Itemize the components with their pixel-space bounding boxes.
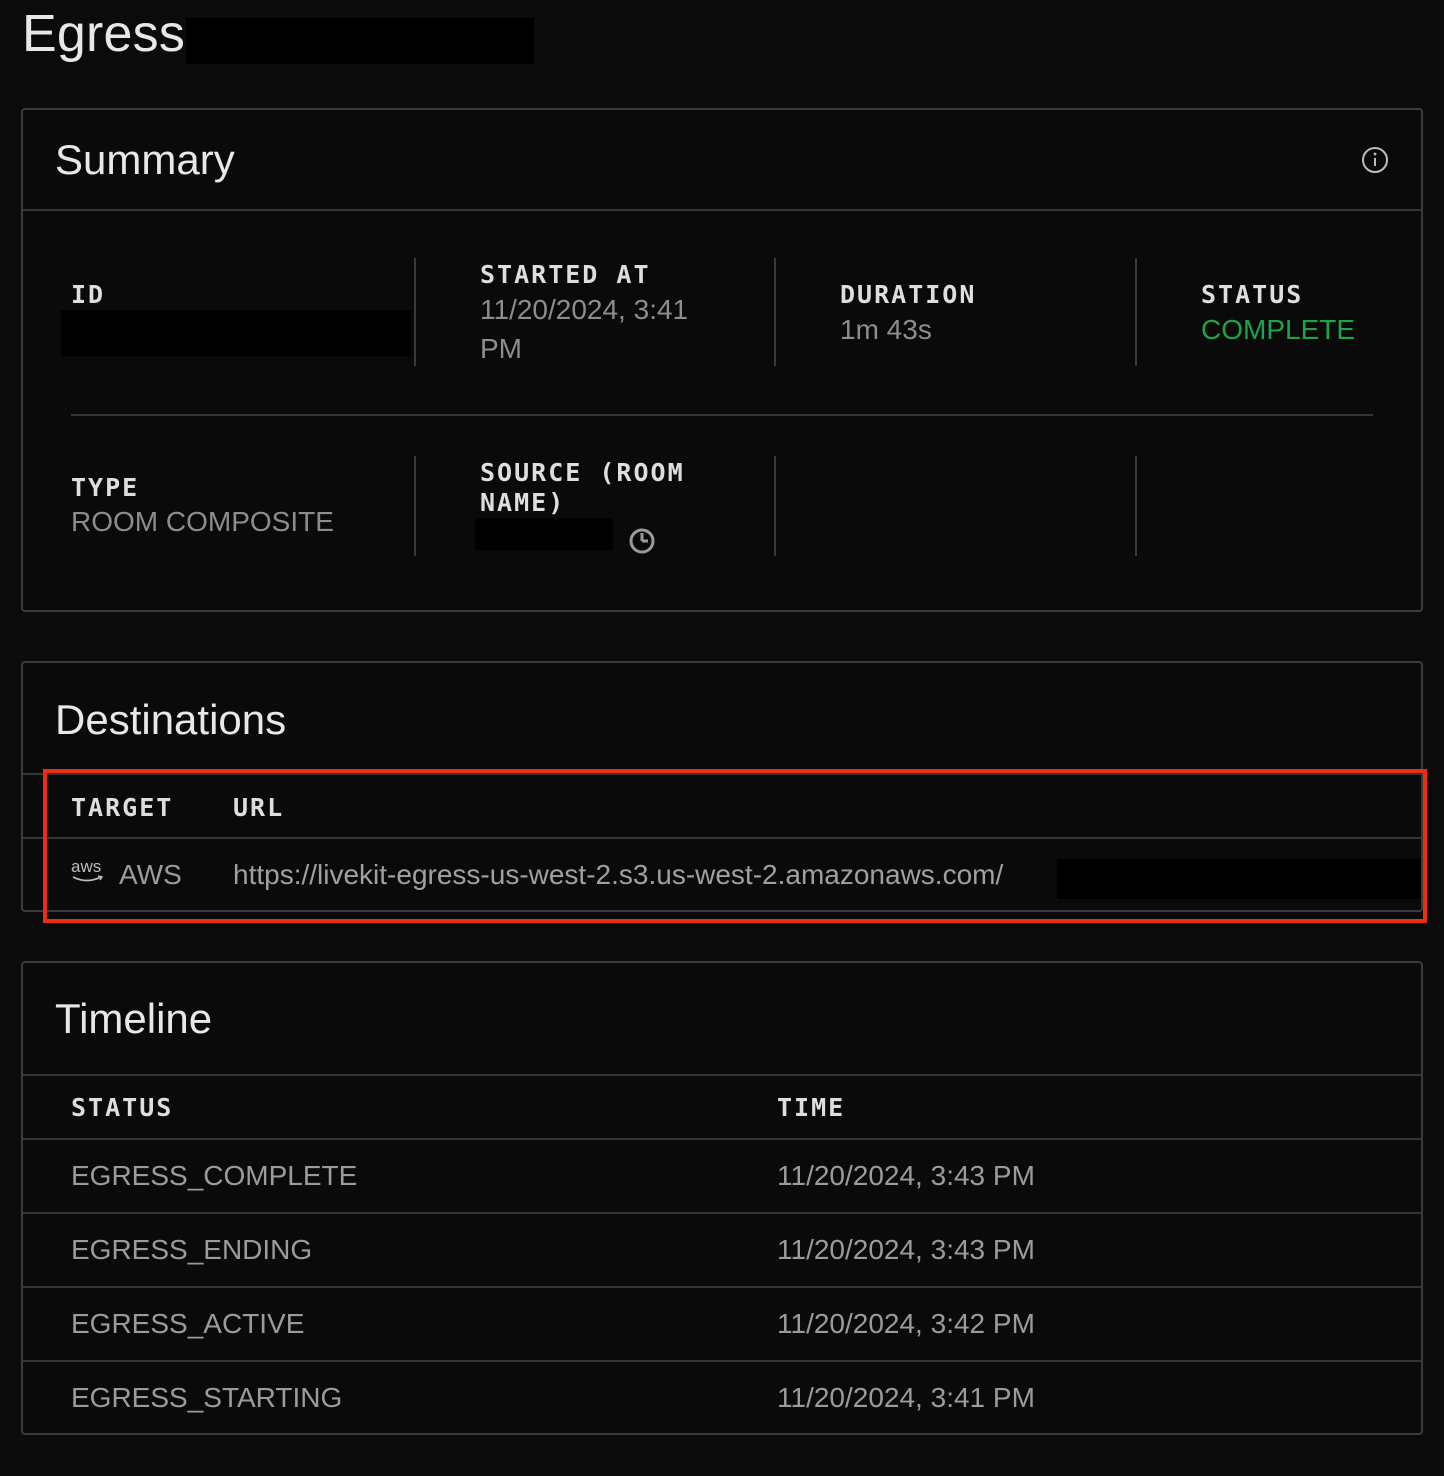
column-divider — [1135, 258, 1137, 366]
info-icon[interactable] — [1361, 146, 1389, 174]
table-row: EGRESS_ENDING 11/20/2024, 3:43 PM — [23, 1214, 1421, 1286]
aws-logo-icon: aws — [71, 858, 105, 885]
duration-label: DURATION — [840, 280, 977, 309]
status-label: STATUS — [1201, 280, 1304, 309]
timeline-divider — [23, 1074, 1421, 1076]
clock-icon[interactable] — [627, 526, 657, 556]
destinations-card: Destinations TARGET URL aws AWS https://… — [21, 661, 1423, 912]
column-divider — [414, 456, 416, 556]
column-divider — [774, 258, 776, 366]
destinations-divider — [23, 773, 1421, 775]
column-divider — [414, 258, 416, 366]
time-cell: 11/20/2024, 3:41 PM — [777, 1382, 1035, 1413]
status-cell: EGRESS_STARTING — [71, 1382, 343, 1413]
table-row: EGRESS_COMPLETE 11/20/2024, 3:43 PM — [23, 1140, 1421, 1212]
redacted-id — [61, 310, 411, 356]
type-label: TYPE — [71, 473, 140, 502]
summary-card: Summary ID STARTED AT 11/20/2024, 3:41 P… — [21, 108, 1423, 612]
column-header-status: STATUS — [71, 1093, 174, 1122]
timeline-card: Timeline STATUS TIME EGRESS_COMPLETE 11/… — [21, 961, 1423, 1435]
summary-divider — [23, 209, 1421, 211]
type-value: ROOM COMPOSITE — [71, 506, 334, 537]
summary-title: Summary — [55, 136, 235, 183]
target-cell: AWS — [119, 859, 182, 890]
column-header-time: TIME — [777, 1093, 846, 1122]
summary-row-divider — [71, 414, 1373, 416]
source-label: SOURCE (ROOM NAME) — [480, 458, 685, 517]
time-cell: 11/20/2024, 3:42 PM — [777, 1308, 1035, 1339]
time-cell: 11/20/2024, 3:43 PM — [777, 1234, 1035, 1265]
redacted-url-path — [1057, 859, 1421, 899]
table-row: EGRESS_ACTIVE 11/20/2024, 3:42 PM — [23, 1288, 1421, 1360]
started-at-value: 11/20/2024, 3:41 PM — [480, 294, 689, 364]
timeline-title: Timeline — [55, 995, 213, 1042]
status-value: COMPLETE — [1201, 314, 1356, 345]
destinations-title: Destinations — [55, 696, 287, 743]
redacted-room-name — [475, 518, 613, 550]
page-title: Egress — [22, 5, 186, 63]
column-header-target: TARGET — [71, 793, 174, 822]
column-divider — [774, 456, 776, 556]
time-cell: 11/20/2024, 3:43 PM — [777, 1160, 1035, 1191]
status-cell: EGRESS_COMPLETE — [71, 1160, 358, 1191]
redacted-block — [186, 18, 534, 64]
started-at-label: STARTED AT — [480, 260, 651, 289]
status-cell: EGRESS_ENDING — [71, 1234, 313, 1265]
column-header-url: URL — [233, 793, 285, 822]
table-row[interactable]: aws AWS https://livekit-egress-us-west-2… — [23, 839, 1421, 911]
column-divider — [1135, 456, 1137, 556]
table-row: EGRESS_STARTING 11/20/2024, 3:41 PM — [23, 1362, 1421, 1434]
duration-value: 1m 43s — [840, 314, 932, 345]
id-label: ID — [71, 280, 106, 309]
status-cell: EGRESS_ACTIVE — [71, 1308, 305, 1339]
url-cell[interactable]: https://livekit-egress-us-west-2.s3.us-w… — [233, 859, 1003, 891]
